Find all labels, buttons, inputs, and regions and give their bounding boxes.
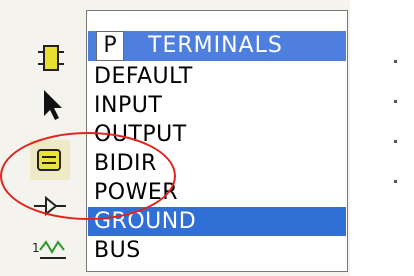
graph-icon[interactable]: 1	[30, 228, 70, 268]
grid-dot	[394, 140, 397, 143]
schematic-canvas[interactable]	[350, 0, 414, 276]
component-icon[interactable]	[30, 38, 70, 78]
list-item-input[interactable]: INPUT	[88, 91, 346, 120]
list-item-ground[interactable]: GROUND	[88, 207, 346, 236]
list-item-output[interactable]: OUTPUT	[88, 120, 346, 149]
list-item-power[interactable]: POWER	[88, 178, 346, 207]
mode-toolbar: 1	[0, 0, 78, 276]
terminal-mode-icon[interactable]	[30, 140, 70, 180]
pin-icon[interactable]	[30, 186, 70, 226]
pick-button[interactable]: P	[96, 31, 124, 61]
svg-text:1: 1	[32, 241, 40, 255]
list-item-default[interactable]: DEFAULT	[88, 62, 346, 91]
list-item-bus[interactable]: BUS	[88, 236, 346, 265]
grid-dot	[394, 180, 397, 183]
grid-dot	[394, 60, 397, 63]
pointer-arrow-icon[interactable]	[30, 84, 70, 124]
list-item-bidir[interactable]: BIDIR	[88, 149, 346, 178]
terminal-list: DEFAULT INPUT OUTPUT BIDIR POWER GROUND …	[88, 62, 346, 265]
panel-title: TERMINALS	[148, 33, 283, 58]
grid-dot	[394, 100, 397, 103]
